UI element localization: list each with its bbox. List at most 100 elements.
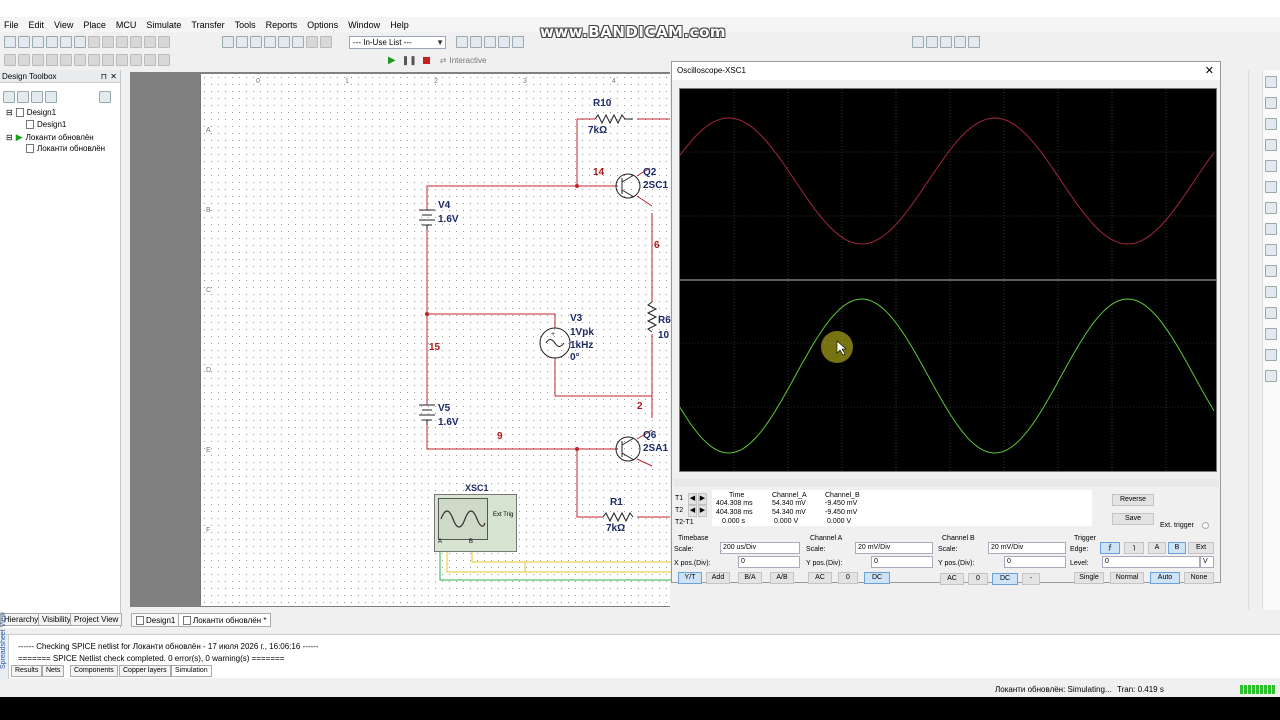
resistor-r10-symbol[interactable] [594, 113, 633, 125]
x-position-field[interactable]: 0 [738, 556, 800, 568]
tab-project-view[interactable]: Project View [70, 613, 123, 626]
transistor-q6-symbol[interactable] [615, 436, 641, 462]
a-over-b-button[interactable]: A/B [770, 572, 794, 584]
zoom-out-icon[interactable] [926, 36, 938, 48]
channel-b-zero-button[interactable]: 0 [968, 573, 988, 585]
zoom-toolbar [912, 35, 982, 49]
bode-plotter-icon[interactable] [1265, 181, 1277, 193]
iv-analyzer-icon[interactable] [1265, 286, 1277, 298]
channel-a-ac-button[interactable]: AC [808, 572, 832, 584]
probe-wire-b2[interactable] [471, 552, 680, 563]
resistor-r1-symbol[interactable] [602, 511, 634, 523]
wattmeter-icon[interactable] [1265, 118, 1277, 130]
t2-channel-b: -9.450 mV [825, 509, 858, 516]
t1-right-arrow[interactable]: ▶ [698, 493, 707, 505]
channel-a-ypos-field[interactable]: 0 [871, 556, 933, 568]
four-channel-scope-icon[interactable] [1265, 160, 1277, 172]
spectrum-analyzer-icon[interactable] [1265, 328, 1277, 340]
trigger-source-b-button[interactable]: B [1168, 542, 1186, 554]
save-button[interactable]: Save [1112, 513, 1154, 525]
zoom-in-icon[interactable] [912, 36, 924, 48]
r6-value: 10 [658, 330, 670, 341]
battery-v5-symbol[interactable] [419, 404, 435, 425]
scope-display[interactable] [679, 88, 1217, 472]
wire-r1-left[interactable] [576, 449, 603, 518]
auto-trigger-button[interactable]: Auto [1150, 572, 1180, 584]
channel-b-dc-button[interactable]: DC [992, 573, 1018, 585]
cursor-readout-table: Time Channel_A Channel_B 404.308 ms 54.3… [712, 490, 1092, 526]
frequency-counter-icon[interactable] [1265, 202, 1277, 214]
tab-components[interactable]: Components [70, 665, 118, 677]
function-generator-icon[interactable] [1265, 97, 1277, 109]
probe-wire-a[interactable] [439, 552, 680, 581]
scope-horizontal-scrollbar[interactable] [674, 479, 1219, 487]
channel-b-scale-label: Scale: [938, 546, 958, 553]
channel-b-ypos-field[interactable]: 0 [1004, 556, 1066, 568]
current-probe-icon[interactable] [1265, 370, 1277, 382]
tab-copper-layers[interactable]: Copper layers [119, 665, 171, 677]
tab-simulation[interactable]: Simulation [171, 665, 212, 677]
channel-a-trace [679, 117, 1215, 245]
vertical-scrollbar[interactable] [1248, 70, 1262, 610]
channel-a-dc-button[interactable]: DC [864, 572, 890, 584]
channel-b-invert-button[interactable]: - [1022, 573, 1040, 585]
rising-edge-icon[interactable]: ⨍ [1100, 542, 1120, 554]
tab-label: Design1 [146, 615, 176, 625]
network-analyzer-icon[interactable] [1265, 349, 1277, 361]
trigger-source-a-button[interactable]: A [1148, 542, 1166, 554]
net-label-9: 9 [497, 431, 503, 442]
reverse-button[interactable]: Reverse [1112, 494, 1154, 506]
channel-a-scale-field[interactable]: 20 mV/Div [855, 542, 933, 554]
tab-lokanti[interactable]: Локанти обновлён * [178, 613, 272, 627]
oscilloscope-icon[interactable] [1265, 139, 1277, 151]
channel-a-zero-button[interactable]: 0 [838, 572, 858, 584]
net-label-6: 6 [654, 240, 660, 251]
trigger-level-unit[interactable]: V [1200, 556, 1214, 568]
oscilloscope-title-bar: Oscilloscope-XSC1 ✕ [672, 62, 1220, 80]
v3-amplitude: 1Vpk [570, 327, 594, 338]
full-screen-icon[interactable] [968, 36, 980, 48]
trigger-level-field[interactable]: 0 [1102, 556, 1200, 568]
v5-label: V5 [438, 403, 451, 414]
single-trigger-button[interactable]: Single [1074, 572, 1104, 584]
t2-left-arrow[interactable]: ◀ [688, 505, 697, 517]
transistor-q2-symbol[interactable] [615, 173, 641, 199]
zoom-fit-icon[interactable] [954, 36, 966, 48]
zoom-area-icon[interactable] [940, 36, 952, 48]
wire-v3-top[interactable] [427, 313, 556, 328]
falling-edge-icon[interactable]: ɿ [1124, 542, 1144, 554]
logic-converter-icon[interactable] [1265, 265, 1277, 277]
tab-results[interactable]: Results [11, 665, 43, 677]
v3-frequency: 1kHz [570, 340, 594, 351]
wire-q6-collector[interactable] [636, 458, 653, 467]
scope-screen-icon [438, 498, 488, 540]
distortion-analyzer-icon[interactable] [1265, 307, 1277, 319]
yt-mode-button[interactable]: Y/T [678, 572, 702, 584]
t2-right-arrow[interactable]: ▶ [698, 505, 707, 517]
trigger-source-ext-button[interactable]: Ext [1188, 542, 1214, 554]
r6-label: R6 [658, 315, 671, 326]
t1-channel-b: -9.450 mV [825, 500, 858, 507]
none-trigger-button[interactable]: None [1184, 572, 1214, 584]
tab-design1[interactable]: Design1 [131, 613, 181, 627]
timebase-scale-field[interactable]: 200 us/Div [720, 542, 800, 554]
channel-b-ypos-label: Y pos.(Div): [938, 560, 975, 567]
logic-analyzer-icon[interactable] [1265, 244, 1277, 256]
battery-v4-symbol[interactable] [419, 209, 435, 230]
ext-trigger-terminal-icon[interactable] [1202, 522, 1209, 529]
wire-net-14[interactable] [426, 119, 578, 210]
oscilloscope-xsc1-symbol[interactable]: Ext Trig A B [434, 494, 517, 552]
multimeter-icon[interactable] [1265, 76, 1277, 88]
resistor-r6-symbol[interactable] [646, 301, 658, 333]
add-mode-button[interactable]: Add [706, 572, 730, 584]
normal-trigger-button[interactable]: Normal [1110, 572, 1144, 584]
tab-nets[interactable]: Nets [42, 665, 65, 677]
t1-left-arrow[interactable]: ◀ [688, 493, 697, 505]
channel-b-ac-button[interactable]: AC [940, 573, 964, 585]
diff-channel-a: 0.000 V [774, 518, 799, 525]
channel-b-scale-field[interactable]: 20 mV/Div [988, 542, 1066, 554]
word-generator-icon[interactable] [1265, 223, 1277, 235]
close-icon[interactable]: ✕ [1205, 62, 1214, 80]
wire-q2-emitter[interactable] [636, 195, 653, 207]
b-over-a-button[interactable]: B/A [738, 572, 762, 584]
